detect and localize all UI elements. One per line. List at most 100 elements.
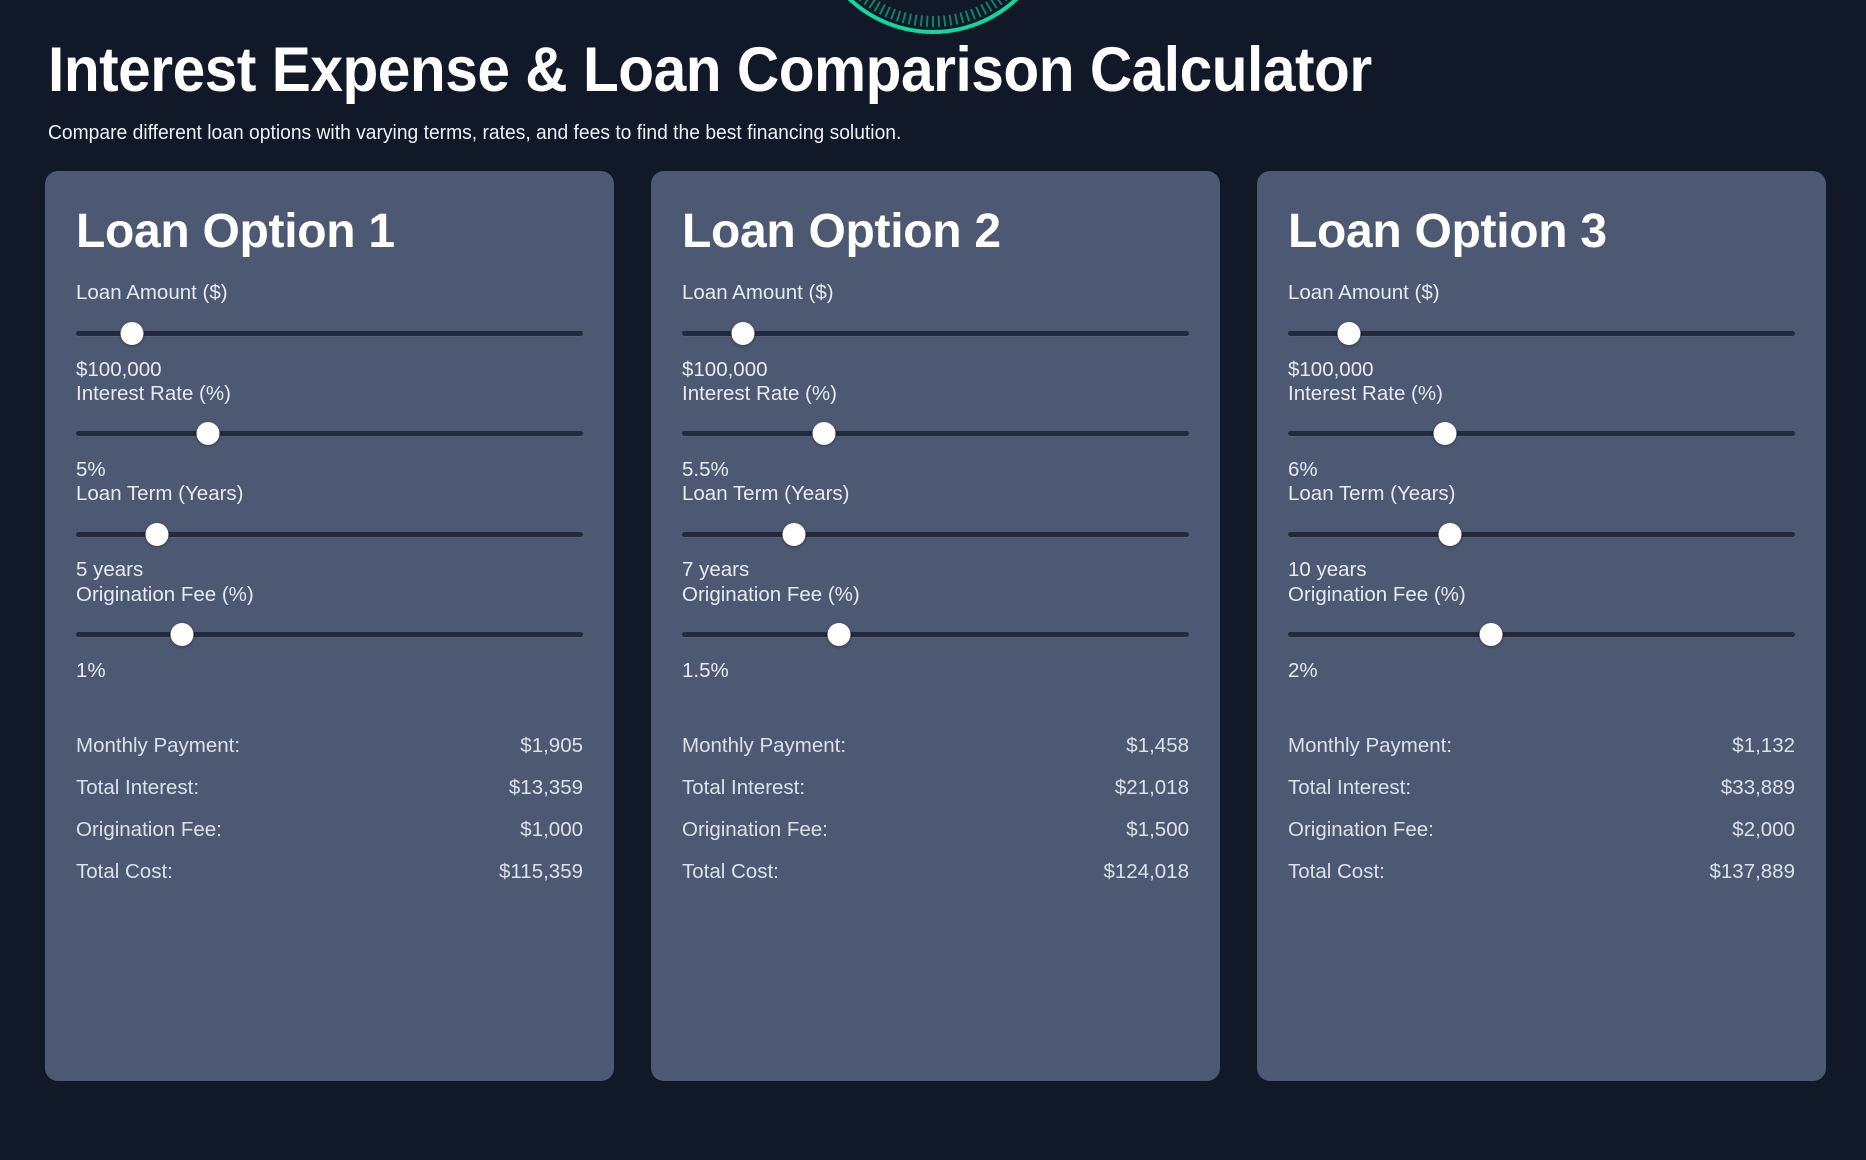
interest-rate-slider[interactable] [1288, 412, 1795, 456]
loan-option-card: Loan Option 3 Loan Amount ($) $100,000 I… [1257, 171, 1826, 1082]
interest-rate-value: 6% [1288, 457, 1318, 481]
result-row: Monthly Payment: $1,905 [76, 725, 583, 767]
slider-track [682, 531, 1189, 537]
origination-fee-result-label: Origination Fee: [682, 817, 828, 841]
slider-thumb[interactable] [827, 623, 851, 647]
slider-thumb[interactable] [782, 522, 806, 546]
origination-fee-result-label: Origination Fee: [1288, 817, 1434, 841]
results-summary: Monthly Payment: $1,458 Total Interest: … [682, 725, 1189, 893]
monthly-payment-label: Monthly Payment: [76, 733, 241, 757]
total-cost-value: $137,889 [1709, 859, 1795, 883]
interest-rate-value: 5.5% [682, 457, 729, 481]
result-row: Total Interest: $21,018 [682, 767, 1189, 809]
slider-track [1288, 531, 1795, 537]
card-title: Loan Option 1 [76, 205, 395, 259]
loan-term-label: Loan Term (Years) [76, 482, 244, 506]
result-row: Origination Fee: $1,500 [682, 809, 1189, 851]
interest-rate-label: Interest Rate (%) [1288, 381, 1443, 405]
total-cost-value: $124,018 [1103, 859, 1189, 883]
results-summary: Monthly Payment: $1,132 Total Interest: … [1288, 725, 1795, 893]
monthly-payment-label: Monthly Payment: [1288, 733, 1453, 757]
result-row: Monthly Payment: $1,132 [1288, 725, 1795, 767]
loan-amount-label: Loan Amount ($) [682, 281, 834, 305]
origination-fee-result-value: $2,000 [1732, 817, 1795, 841]
slider-track [682, 431, 1189, 437]
slider-thumb[interactable] [731, 322, 755, 346]
result-row: Origination Fee: $2,000 [1288, 809, 1795, 851]
loan-amount-slider[interactable] [76, 312, 583, 356]
slider-track [76, 431, 583, 437]
origination-fee-label: Origination Fee (%) [1288, 582, 1466, 606]
origination-fee-label: Origination Fee (%) [682, 582, 860, 606]
loan-term-value: 10 years [1288, 558, 1367, 582]
result-row: Total Interest: $13,359 [76, 767, 583, 809]
origination-fee-slider[interactable] [682, 613, 1189, 657]
monthly-payment-value: $1,905 [520, 733, 583, 757]
result-row: Monthly Payment: $1,458 [682, 725, 1189, 767]
loan-option-card: Loan Option 1 Loan Amount ($) $100,000 I… [45, 171, 614, 1082]
origination-fee-value: 1% [76, 658, 106, 682]
result-row: Origination Fee: $1,000 [76, 809, 583, 851]
result-row: Total Cost: $124,018 [682, 851, 1189, 893]
loan-amount-slider[interactable] [682, 312, 1189, 356]
origination-fee-result-value: $1,500 [1126, 817, 1189, 841]
slider-track [1288, 331, 1795, 337]
card-title: Loan Option 3 [1288, 205, 1607, 259]
interest-rate-value: 5% [76, 457, 106, 481]
slider-track [682, 632, 1189, 638]
loan-amount-value: $100,000 [76, 357, 162, 381]
slider-track [76, 632, 583, 638]
loan-cards-row: Loan Option 1 Loan Amount ($) $100,000 I… [0, 145, 1866, 1082]
total-cost-label: Total Cost: [76, 859, 173, 883]
slider-thumb[interactable] [170, 623, 194, 647]
interest-rate-slider[interactable] [682, 412, 1189, 456]
loan-amount-value: $100,000 [1288, 357, 1374, 381]
card-title: Loan Option 2 [682, 205, 1001, 259]
origination-fee-value: 2% [1288, 658, 1318, 682]
interest-rate-label: Interest Rate (%) [76, 381, 231, 405]
origination-fee-result-label: Origination Fee: [76, 817, 222, 841]
monthly-payment-label: Monthly Payment: [682, 733, 847, 757]
slider-track [1288, 632, 1795, 638]
page-subtitle: Compare different loan options with vary… [48, 121, 902, 145]
slider-thumb[interactable] [1337, 322, 1361, 346]
slider-track [682, 331, 1189, 337]
total-cost-label: Total Cost: [1288, 859, 1385, 883]
total-interest-value: $33,889 [1720, 775, 1795, 799]
page-title: Interest Expense & Loan Comparison Calcu… [48, 35, 1372, 105]
slider-thumb[interactable] [1433, 422, 1457, 446]
total-cost-value: $115,359 [499, 859, 583, 883]
interest-rate-slider[interactable] [76, 412, 583, 456]
total-cost-label: Total Cost: [682, 859, 779, 883]
loan-term-slider[interactable] [76, 512, 583, 556]
slider-track [76, 331, 583, 337]
loan-term-label: Loan Term (Years) [682, 482, 850, 506]
loan-amount-label: Loan Amount ($) [76, 281, 228, 305]
origination-fee-value: 1.5% [682, 658, 729, 682]
result-row: Total Cost: $115,359 [76, 851, 583, 893]
loan-amount-value: $100,000 [682, 357, 768, 381]
origination-fee-result-value: $1,000 [520, 817, 583, 841]
loan-term-slider[interactable] [682, 512, 1189, 556]
total-interest-value: $21,018 [1114, 775, 1189, 799]
slider-thumb[interactable] [1479, 623, 1503, 647]
loan-amount-slider[interactable] [1288, 312, 1795, 356]
slider-thumb[interactable] [120, 322, 144, 346]
result-row: Total Cost: $137,889 [1288, 851, 1795, 893]
monthly-payment-value: $1,132 [1732, 733, 1795, 757]
origination-fee-slider[interactable] [76, 613, 583, 657]
loan-term-value: 5 years [76, 558, 144, 582]
total-interest-label: Total Interest: [682, 775, 806, 799]
slider-thumb[interactable] [196, 422, 220, 446]
results-summary: Monthly Payment: $1,905 Total Interest: … [76, 725, 583, 893]
slider-track [1288, 431, 1795, 437]
slider-thumb[interactable] [812, 422, 836, 446]
origination-fee-slider[interactable] [1288, 613, 1795, 657]
page-header: Interest Expense & Loan Comparison Calcu… [0, 0, 1866, 145]
loan-term-slider[interactable] [1288, 512, 1795, 556]
slider-thumb[interactable] [1438, 522, 1462, 546]
loan-term-label: Loan Term (Years) [1288, 482, 1456, 506]
total-interest-value: $13,359 [508, 775, 583, 799]
interest-rate-label: Interest Rate (%) [682, 381, 837, 405]
slider-thumb[interactable] [145, 522, 169, 546]
